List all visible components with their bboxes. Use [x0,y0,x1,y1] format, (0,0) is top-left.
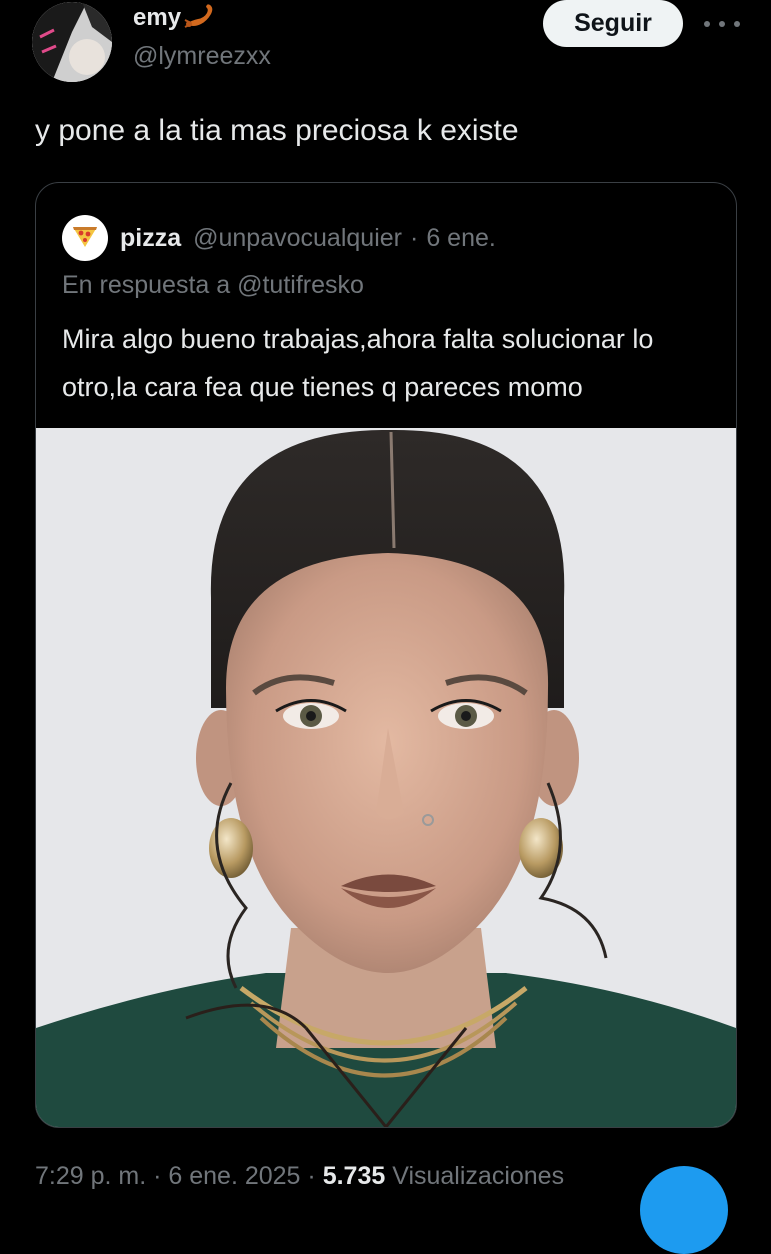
quoted-tweet-header: pizza @unpavocualquier · 6 ene. [62,215,496,261]
quoted-tweet-photo[interactable] [36,428,736,1127]
author-avatar[interactable] [32,2,112,82]
compose-fab-button[interactable] [640,1166,728,1254]
follow-button[interactable]: Seguir [543,0,683,47]
quoted-reply-to: En respuesta a @tutifresko [62,271,364,299]
views-label: Visualizaciones [392,1162,565,1190]
quoted-author-avatar [62,215,108,261]
more-dot [719,21,725,27]
quoted-tweet-text: Mira algo bueno trabajas,ahora falta sol… [62,324,654,402]
more-horizontal-icon[interactable] [704,14,740,34]
views-count: 5.735 [322,1162,386,1190]
author-name-row: emy [133,0,271,36]
author-name[interactable]: emy [133,4,181,32]
author-handle[interactable]: @lymreezxx [133,42,271,71]
author-block: emy @lymreezxx [133,0,271,71]
tweet-timestamp[interactable]: 7:29 p. m. · 6 ene. 2025 [35,1162,300,1190]
tweet-footer: 7:29 p. m. · 6 ene. 2025 · 5.735 Visuali… [35,1162,564,1191]
quoted-author-handle: @unpavocualquier [193,223,402,252]
tweet-text: y pone a la tia mas preciosa k existe [35,114,519,147]
quoted-date: 6 ene. [426,223,496,252]
quoted-tweet-card[interactable]: pizza @unpavocualquier · 6 ene. En respu… [35,182,737,1128]
more-dot [734,21,740,27]
scorpion-emoji-icon [183,2,217,35]
pizza-emoji-icon [71,223,99,254]
footer-separator: · [307,1162,316,1190]
quoted-separator: · [409,223,419,252]
more-dot [704,21,710,27]
quoted-author-name: pizza [120,223,182,252]
